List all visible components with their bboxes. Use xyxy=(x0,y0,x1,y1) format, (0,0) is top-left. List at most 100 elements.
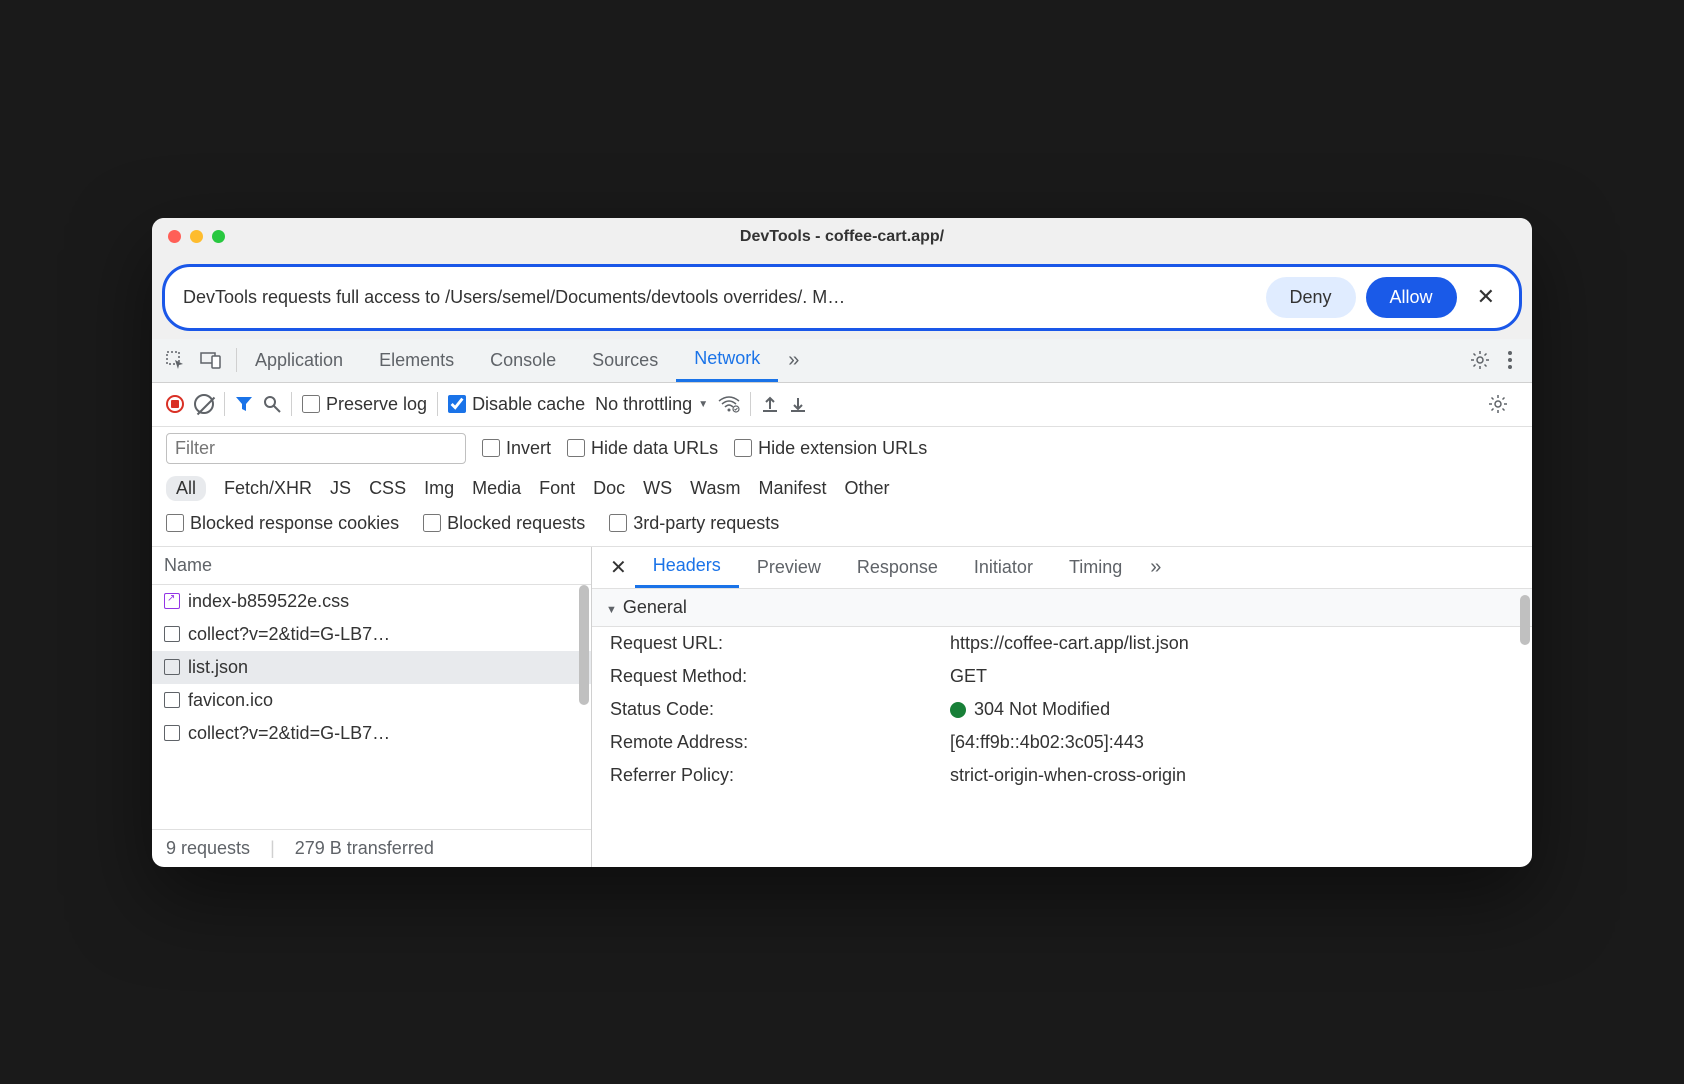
upload-har-icon[interactable] xyxy=(761,395,779,413)
kv-row: Request URL:https://coffee-cart.app/list… xyxy=(592,627,1532,660)
kv-key: Request URL: xyxy=(610,633,950,654)
blocked-cookies-checkbox[interactable]: Blocked response cookies xyxy=(166,513,399,534)
transferred-size: 279 B transferred xyxy=(295,838,434,859)
close-detail-icon[interactable]: ✕ xyxy=(602,555,635,580)
network-toolbar: Preserve log Disable cache No throttling xyxy=(152,383,1532,427)
clear-button[interactable] xyxy=(194,394,214,414)
tab-sources[interactable]: Sources xyxy=(574,338,676,382)
list-item[interactable]: favicon.ico xyxy=(152,684,591,717)
close-window-button[interactable] xyxy=(168,230,181,243)
tab-elements[interactable]: Elements xyxy=(361,338,472,382)
scrollbar[interactable] xyxy=(1520,595,1530,645)
minimize-window-button[interactable] xyxy=(190,230,203,243)
kv-key: Request Method: xyxy=(610,666,950,687)
kv-value: [64:ff9b::4b02:3c05]:443 xyxy=(950,732,1514,753)
type-js[interactable]: JS xyxy=(330,478,351,499)
blocked-row: Blocked response cookies Blocked request… xyxy=(152,507,1532,547)
type-fetch[interactable]: Fetch/XHR xyxy=(224,478,312,499)
third-party-label: 3rd-party requests xyxy=(633,513,779,534)
download-har-icon[interactable] xyxy=(789,395,807,413)
list-item[interactable]: collect?v=2&tid=G-LB7… xyxy=(152,618,591,651)
type-doc[interactable]: Doc xyxy=(593,478,625,499)
type-media[interactable]: Media xyxy=(472,478,521,499)
kv-key: Remote Address: xyxy=(610,732,950,753)
type-manifest[interactable]: Manifest xyxy=(759,478,827,499)
name-column-header[interactable]: Name xyxy=(152,547,591,585)
tab-response[interactable]: Response xyxy=(839,546,956,588)
css-file-icon xyxy=(164,593,180,609)
request-count: 9 requests xyxy=(166,838,250,859)
file-icon xyxy=(164,692,180,708)
more-tabs-icon[interactable]: » xyxy=(778,349,809,372)
throttling-select[interactable]: No throttling xyxy=(595,394,708,415)
request-list-body: index-b859522e.css collect?v=2&tid=G-LB7… xyxy=(152,585,591,829)
file-name: collect?v=2&tid=G-LB7… xyxy=(188,723,390,744)
kv-row: Request Method:GET xyxy=(592,660,1532,693)
search-icon[interactable] xyxy=(263,395,281,413)
deny-button[interactable]: Deny xyxy=(1266,277,1356,318)
filter-icon[interactable] xyxy=(235,395,253,413)
more-detail-tabs-icon[interactable]: » xyxy=(1140,556,1171,579)
settings-icon[interactable] xyxy=(1460,350,1500,370)
file-icon xyxy=(164,659,180,675)
hide-data-urls-checkbox[interactable]: Hide data URLs xyxy=(567,438,718,459)
tab-preview[interactable]: Preview xyxy=(739,546,839,588)
file-icon xyxy=(164,626,180,642)
kv-key: Referrer Policy: xyxy=(610,765,950,786)
close-banner-icon[interactable]: ✕ xyxy=(1471,284,1501,310)
record-button[interactable] xyxy=(166,395,184,413)
titlebar: DevTools - coffee-cart.app/ xyxy=(152,218,1532,256)
network-settings-icon[interactable] xyxy=(1478,394,1518,414)
kv-row: Referrer Policy:strict-origin-when-cross… xyxy=(592,759,1532,792)
request-list: Name index-b859522e.css collect?v=2&tid=… xyxy=(152,547,592,867)
device-toggle-icon[interactable] xyxy=(200,349,222,371)
kv-value: https://coffee-cart.app/list.json xyxy=(950,633,1514,654)
traffic-lights xyxy=(168,230,225,243)
request-detail: ✕ Headers Preview Response Initiator Tim… xyxy=(592,547,1532,867)
scrollbar[interactable] xyxy=(579,585,589,705)
disable-cache-checkbox[interactable]: Disable cache xyxy=(448,394,585,415)
tab-console[interactable]: Console xyxy=(472,338,574,382)
hide-ext-label: Hide extension URLs xyxy=(758,438,927,459)
type-wasm[interactable]: Wasm xyxy=(690,478,740,499)
kebab-menu-icon[interactable] xyxy=(1500,351,1520,369)
third-party-checkbox[interactable]: 3rd-party requests xyxy=(609,513,779,534)
hide-extension-urls-checkbox[interactable]: Hide extension URLs xyxy=(734,438,927,459)
filter-input[interactable] xyxy=(166,433,466,464)
tab-network[interactable]: Network xyxy=(676,338,778,382)
kv-value: GET xyxy=(950,666,1514,687)
permission-banner: DevTools requests full access to /Users/… xyxy=(162,264,1522,331)
preserve-log-checkbox[interactable]: Preserve log xyxy=(302,394,427,415)
divider xyxy=(291,392,292,416)
file-name: collect?v=2&tid=G-LB7… xyxy=(188,624,390,645)
hide-data-label: Hide data URLs xyxy=(591,438,718,459)
divider xyxy=(750,392,751,416)
list-item[interactable]: index-b859522e.css xyxy=(152,585,591,618)
type-other[interactable]: Other xyxy=(845,478,890,499)
list-item[interactable]: collect?v=2&tid=G-LB7… xyxy=(152,717,591,750)
window-title: DevTools - coffee-cart.app/ xyxy=(152,228,1532,246)
blocked-requests-checkbox[interactable]: Blocked requests xyxy=(423,513,585,534)
zoom-window-button[interactable] xyxy=(212,230,225,243)
inspect-icon[interactable] xyxy=(164,349,186,371)
kv-key: Status Code: xyxy=(610,699,950,720)
tab-application[interactable]: Application xyxy=(237,338,361,382)
file-name: favicon.ico xyxy=(188,690,273,711)
tab-initiator[interactable]: Initiator xyxy=(956,546,1051,588)
type-filter-row: All Fetch/XHR JS CSS Img Media Font Doc … xyxy=(152,470,1532,507)
network-conditions-icon[interactable] xyxy=(718,395,740,413)
file-name: index-b859522e.css xyxy=(188,591,349,612)
type-ws[interactable]: WS xyxy=(643,478,672,499)
allow-button[interactable]: Allow xyxy=(1366,277,1457,318)
invert-checkbox[interactable]: Invert xyxy=(482,438,551,459)
type-all[interactable]: All xyxy=(166,476,206,501)
type-css[interactable]: CSS xyxy=(369,478,406,499)
general-section-header[interactable]: General xyxy=(592,589,1532,627)
filter-row: Invert Hide data URLs Hide extension URL… xyxy=(152,427,1532,470)
divider: | xyxy=(270,838,275,859)
tab-timing[interactable]: Timing xyxy=(1051,546,1140,588)
list-item[interactable]: list.json xyxy=(152,651,591,684)
type-font[interactable]: Font xyxy=(539,478,575,499)
type-img[interactable]: Img xyxy=(424,478,454,499)
tab-headers[interactable]: Headers xyxy=(635,546,739,588)
